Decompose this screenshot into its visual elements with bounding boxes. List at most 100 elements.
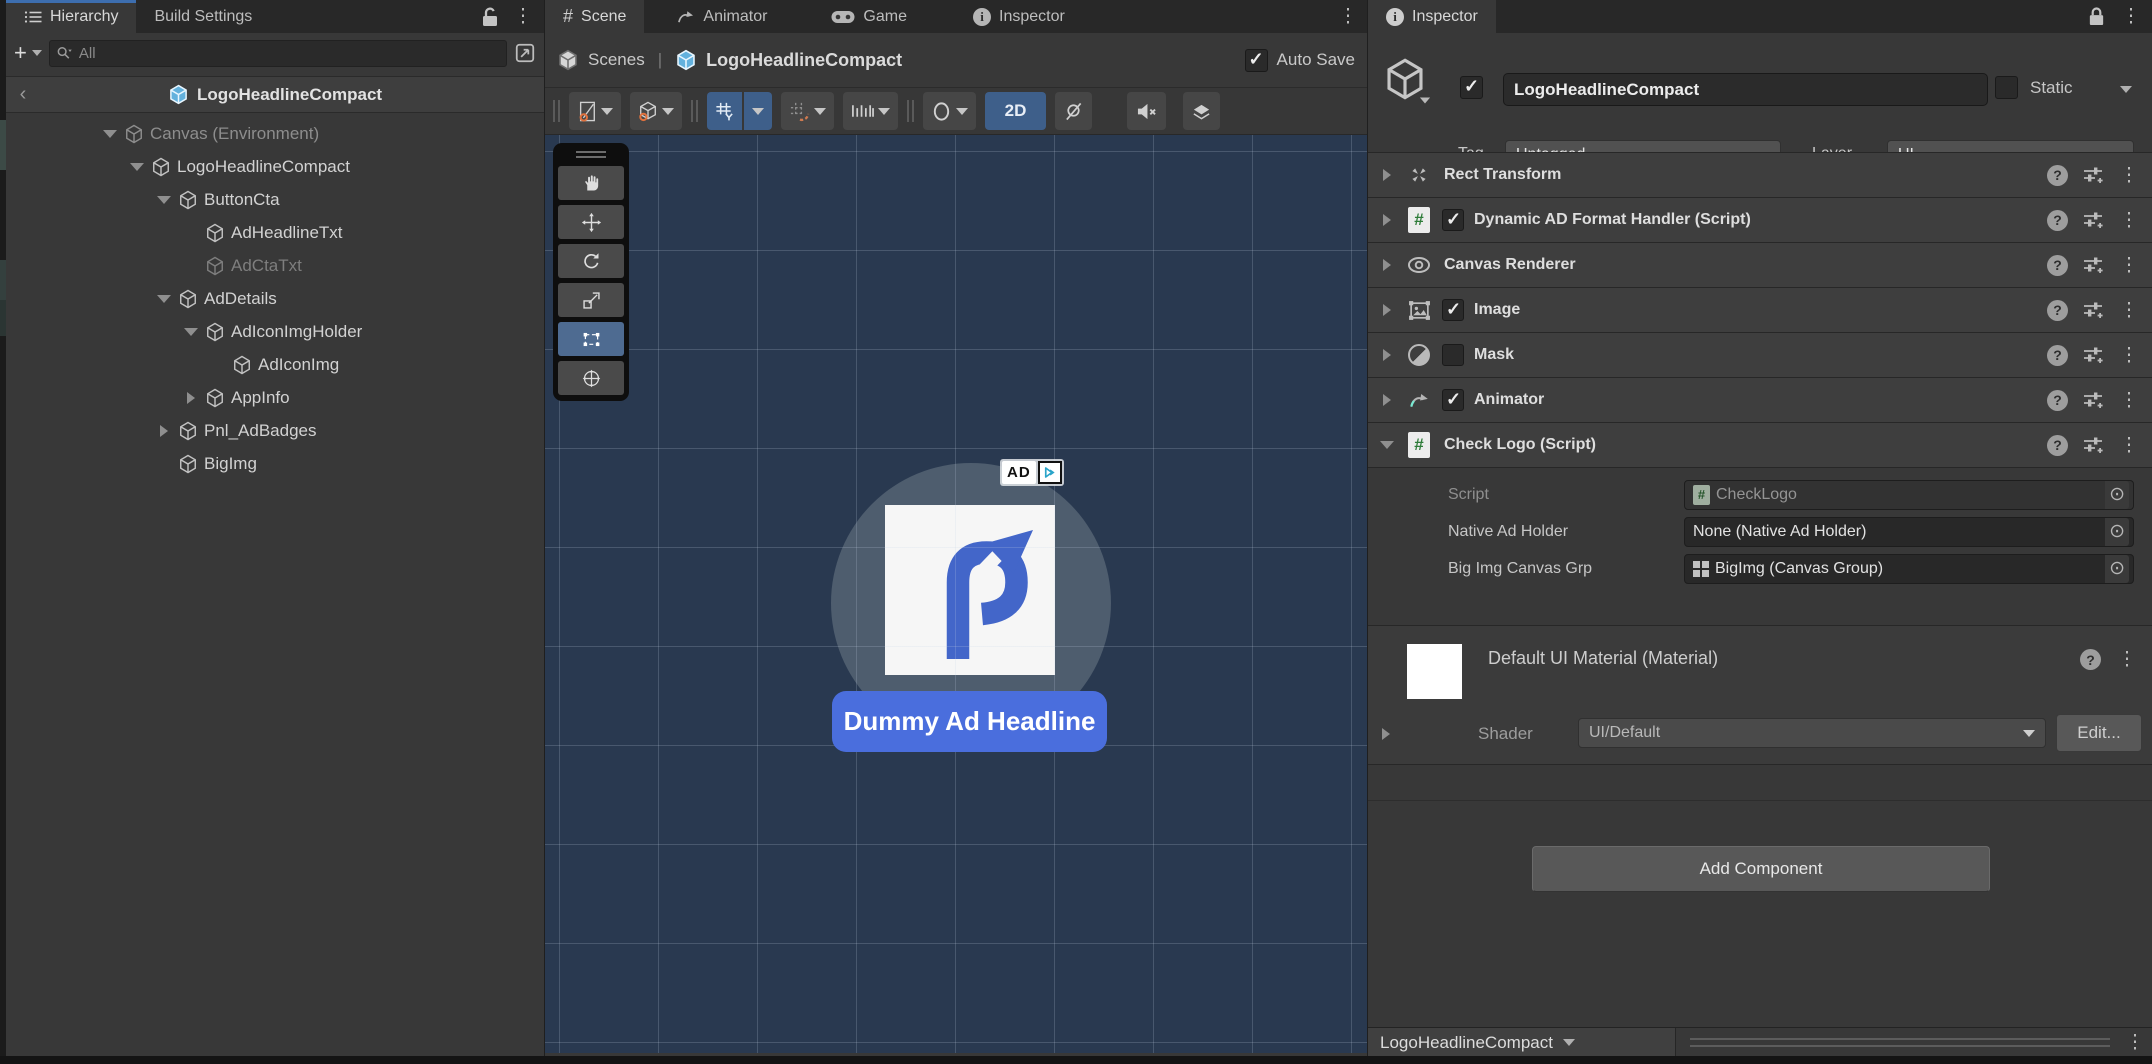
expander-closed-icon[interactable] — [1383, 304, 1391, 316]
expander-closed-icon[interactable] — [1383, 169, 1391, 181]
hierarchy-search-box[interactable] — [49, 40, 507, 67]
gameobject-cube-icon[interactable] — [1383, 57, 1427, 101]
help-icon[interactable] — [2080, 649, 2101, 670]
tab-animator[interactable]: Animator — [658, 0, 785, 33]
component-kebab-icon[interactable] — [2118, 389, 2140, 412]
hand-tool-button[interactable] — [558, 166, 624, 200]
help-icon[interactable] — [2047, 435, 2068, 456]
tab-inspector-middle[interactable]: i Inspector — [955, 0, 1083, 33]
tree-item-adheadlinetxt[interactable]: AdHeadlineTxt — [6, 216, 544, 249]
static-checkbox[interactable] — [1995, 76, 2018, 99]
tab-hierarchy[interactable]: Hierarchy — [6, 0, 136, 33]
tree-item-canvas-environment[interactable]: Canvas (Environment) — [6, 117, 544, 150]
help-icon[interactable] — [2047, 210, 2068, 231]
presets-icon[interactable] — [2083, 391, 2103, 409]
expander-open-icon[interactable] — [157, 295, 171, 303]
rect-tool-button[interactable] — [558, 322, 624, 356]
component-dynamic-ad-format-handler[interactable]: Dynamic AD Format Handler (Script) — [1368, 197, 2152, 242]
component-rect-transform[interactable]: Rect Transform — [1368, 152, 2152, 197]
grid-visibility-button[interactable] — [707, 92, 742, 130]
grid-visibility-dropdown[interactable] — [744, 92, 772, 130]
expander-closed-icon[interactable] — [1383, 214, 1391, 226]
native-ad-holder-object-field[interactable]: None (Native Ad Holder) — [1684, 517, 2134, 547]
expander-closed-icon[interactable] — [160, 425, 168, 437]
tree-item-adiconimg[interactable]: AdIconImg — [6, 348, 544, 381]
transform-tool-button[interactable] — [558, 361, 624, 395]
component-enabled-checkbox[interactable] — [1442, 299, 1464, 321]
lock-closed-icon[interactable] — [2087, 6, 2106, 27]
preview-kebab-icon[interactable] — [2124, 1031, 2146, 1054]
component-kebab-icon[interactable] — [2118, 164, 2140, 187]
tab-build-settings[interactable]: Build Settings — [136, 0, 270, 33]
component-image[interactable]: Image — [1368, 287, 2152, 332]
expander-open-icon[interactable] — [130, 163, 144, 171]
presets-icon[interactable] — [2083, 301, 2103, 319]
lock-open-icon[interactable] — [480, 6, 500, 28]
object-picker-icon[interactable] — [2105, 481, 2129, 509]
component-canvas-renderer[interactable]: Canvas Renderer — [1368, 242, 2152, 287]
component-enabled-checkbox[interactable] — [1442, 344, 1464, 366]
component-enabled-checkbox[interactable] — [1442, 209, 1464, 231]
shader-dropdown[interactable]: UI/Default — [1578, 718, 2046, 748]
mode-2d-button[interactable]: 2D — [985, 92, 1046, 130]
tab-game[interactable]: Game — [813, 0, 925, 33]
tree-item-buttoncta[interactable]: ButtonCta — [6, 183, 544, 216]
shader-edit-button[interactable]: Edit... — [2056, 714, 2142, 752]
component-kebab-icon[interactable] — [2118, 209, 2140, 232]
tree-item-appinfo[interactable]: AppInfo — [6, 381, 544, 414]
scene-viewport[interactable]: AD Dummy Ad Headline — [545, 135, 1367, 1053]
script-object-field[interactable]: CheckLogo — [1684, 480, 2134, 510]
scene-lighting-button[interactable] — [1055, 92, 1092, 130]
active-checkbox[interactable] — [1460, 76, 1483, 99]
help-icon[interactable] — [2047, 255, 2068, 276]
component-animator[interactable]: Animator — [1368, 377, 2152, 422]
component-kebab-icon[interactable] — [2118, 434, 2140, 457]
tree-item-addetails[interactable]: AdDetails — [6, 282, 544, 315]
component-check-logo[interactable]: Check Logo (Script) — [1368, 422, 2152, 467]
presets-icon[interactable] — [2083, 346, 2103, 364]
tab-scene[interactable]: # Scene — [545, 0, 644, 33]
preview-resize-handle[interactable] — [1690, 1038, 2110, 1047]
search-input[interactable] — [79, 45, 500, 62]
object-picker-icon[interactable] — [2105, 555, 2129, 583]
toolbar-drag-handle[interactable] — [553, 100, 560, 122]
expander-closed-icon[interactable] — [1383, 349, 1391, 361]
tree-item-logoheadlinecompact[interactable]: LogoHeadlineCompact — [6, 150, 544, 183]
component-kebab-icon[interactable] — [2118, 344, 2140, 367]
help-icon[interactable] — [2047, 300, 2068, 321]
add-component-button[interactable]: Add Component — [1532, 846, 1990, 892]
preview-object-selector[interactable]: LogoHeadlineCompact — [1368, 1028, 1676, 1057]
audio-toggle-button[interactable] — [1127, 92, 1166, 130]
move-tool-button[interactable] — [558, 205, 624, 239]
back-chevron-icon[interactable]: ‹ — [6, 83, 40, 106]
help-icon[interactable] — [2047, 345, 2068, 366]
big-img-canvas-grp-object-field[interactable]: BigImg (Canvas Group) — [1684, 554, 2134, 584]
expander-closed-icon[interactable] — [187, 392, 195, 404]
expander-open-icon[interactable] — [157, 196, 171, 204]
presets-icon[interactable] — [2083, 166, 2103, 184]
breadcrumb-scenes[interactable]: Scenes — [588, 50, 645, 70]
tree-item-pnl-adbadges[interactable]: Pnl_AdBadges — [6, 414, 544, 447]
expander-open-icon[interactable] — [184, 328, 198, 336]
camera-gizmo-button[interactable] — [923, 92, 976, 130]
component-kebab-icon[interactable] — [2118, 299, 2140, 322]
help-icon[interactable] — [2047, 390, 2068, 411]
presets-icon[interactable] — [2083, 436, 2103, 454]
expander-closed-icon[interactable] — [1383, 259, 1391, 271]
hierarchy-menu-kebab-icon[interactable] — [512, 5, 534, 28]
palette-drag-handle[interactable] — [558, 147, 624, 161]
pivot-mode-button[interactable] — [569, 92, 621, 130]
snap-toggle-button[interactable] — [781, 92, 834, 130]
presets-icon[interactable] — [2083, 256, 2103, 274]
object-picker-icon[interactable] — [2105, 518, 2129, 546]
prefab-breadcrumb-title[interactable]: LogoHeadlineCompact — [6, 84, 544, 105]
tree-item-bigimg[interactable]: BigImg — [6, 447, 544, 480]
scene-menu-kebab-icon[interactable] — [1337, 5, 1359, 28]
create-object-button[interactable]: + — [14, 40, 42, 66]
window-picker-icon[interactable] — [514, 42, 536, 64]
tree-item-adctatxt[interactable]: AdCtaTxt — [6, 249, 544, 282]
expander-closed-icon[interactable] — [1383, 394, 1391, 406]
effects-toggle-button[interactable] — [1183, 92, 1220, 130]
material-kebab-icon[interactable] — [2116, 648, 2138, 671]
tree-item-adiconimgholder[interactable]: AdIconImgHolder — [6, 315, 544, 348]
